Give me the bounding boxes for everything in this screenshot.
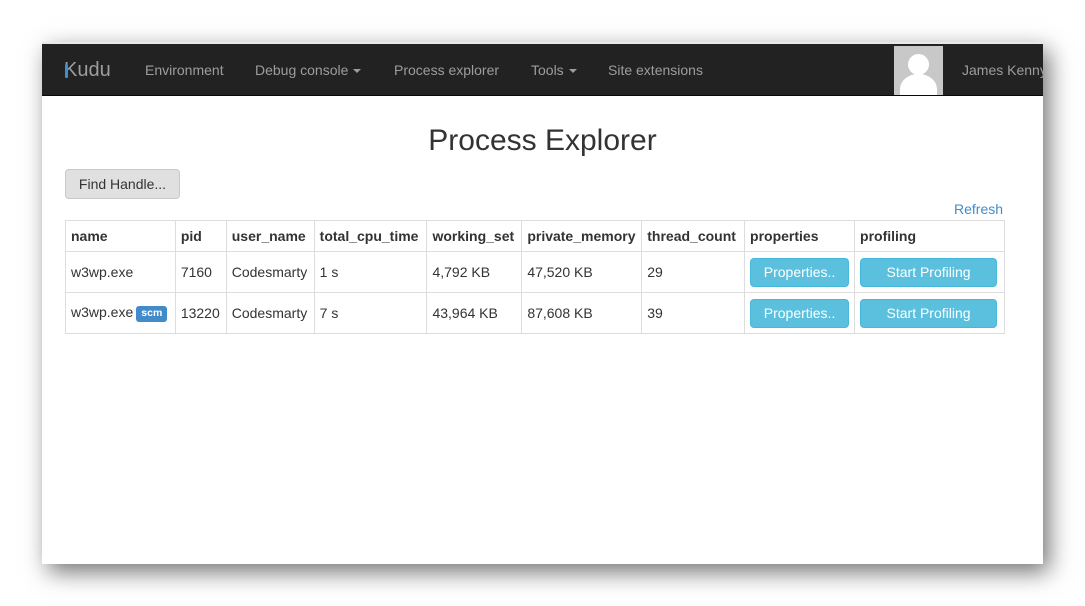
nav-process-explorer[interactable]: Process explorer xyxy=(394,44,499,96)
avatar-body-icon xyxy=(900,74,937,95)
column-header: working_set xyxy=(426,220,523,252)
refresh-link[interactable]: Refresh xyxy=(954,201,1003,217)
table-row: w3wp.exe scm 13220 Codesmarty 7 s 43,964 … xyxy=(65,292,1005,334)
brand-text: Kudu xyxy=(64,59,111,81)
column-header: pid xyxy=(174,220,227,252)
find-handle-button[interactable]: Find Handle... xyxy=(65,169,180,199)
kudu-logo-icon xyxy=(65,64,68,78)
cell-name: w3wp.exe xyxy=(65,251,176,293)
process-name: w3wp.exe xyxy=(71,264,134,280)
cell-thread-count: 29 xyxy=(641,251,746,293)
caret-down-icon xyxy=(568,69,577,74)
column-header: properties xyxy=(744,220,856,252)
page-title: Process Explorer xyxy=(428,124,657,157)
avatar-head-icon xyxy=(908,54,929,75)
cell-profiling: Start Profiling xyxy=(854,292,1005,334)
column-header: private_memory xyxy=(521,220,643,252)
nav-label: Process explorer xyxy=(394,62,500,78)
cell-name: w3wp.exe scm xyxy=(65,292,176,334)
browser-window: Kudu Environment Debug console Process e… xyxy=(42,42,1043,564)
process-name: w3wp.exe xyxy=(71,304,134,321)
cell-profiling: Start Profiling xyxy=(854,251,1005,293)
nav-label: Debug console xyxy=(255,62,349,78)
cell-working-set: 4,792 KB xyxy=(426,251,523,293)
nav-tools[interactable]: Tools xyxy=(531,44,577,96)
column-header: total_cpu_time xyxy=(313,220,428,252)
nav-label: Tools xyxy=(531,62,564,78)
properties-button[interactable]: Properties.. xyxy=(750,298,850,328)
column-header: name xyxy=(65,220,176,252)
cell-user-name: Codesmarty xyxy=(225,251,315,293)
cell-working-set: 43,964 KB xyxy=(426,292,523,334)
navbar: Kudu Environment Debug console Process e… xyxy=(42,44,1043,96)
cell-total-cpu-time: 1 s xyxy=(313,251,428,293)
cell-user-name: Codesmarty xyxy=(225,292,315,334)
properties-button[interactable]: Properties.. xyxy=(750,257,850,287)
cell-pid: 13220 xyxy=(174,292,227,334)
table-header-row: name pid user_name total_cpu_time workin… xyxy=(65,220,1005,252)
brand-logo[interactable]: Kudu xyxy=(64,44,111,96)
start-profiling-button[interactable]: Start Profiling xyxy=(860,257,998,287)
column-header: thread_count xyxy=(641,220,746,252)
table-row: w3wp.exe 7160 Codesmarty 1 s 4,792 KB 47… xyxy=(65,251,1005,293)
cell-private-memory: 47,520 KB xyxy=(521,251,643,293)
scm-badge: scm xyxy=(136,306,168,322)
caret-down-icon xyxy=(353,69,362,74)
nav-environment[interactable]: Environment xyxy=(145,44,224,96)
nav-debug-console[interactable]: Debug console xyxy=(255,44,362,96)
nav-label: Environment xyxy=(145,62,224,78)
cell-private-memory: 87,608 KB xyxy=(521,292,643,334)
process-table: name pid user_name total_cpu_time workin… xyxy=(65,220,1005,334)
column-header: profiling xyxy=(854,220,1005,252)
cell-thread-count: 39 xyxy=(641,292,746,334)
nav-site-extensions[interactable]: Site extensions xyxy=(608,44,703,96)
user-name[interactable]: James Kenny xyxy=(962,44,1043,96)
start-profiling-button[interactable]: Start Profiling xyxy=(860,298,998,328)
cell-properties: Properties.. xyxy=(744,251,856,293)
nav-label: Site extensions xyxy=(608,62,703,78)
cell-total-cpu-time: 7 s xyxy=(313,292,428,334)
column-header: user_name xyxy=(225,220,315,252)
user-avatar[interactable] xyxy=(894,46,943,95)
cell-pid: 7160 xyxy=(174,251,227,293)
cell-properties: Properties.. xyxy=(744,292,856,334)
